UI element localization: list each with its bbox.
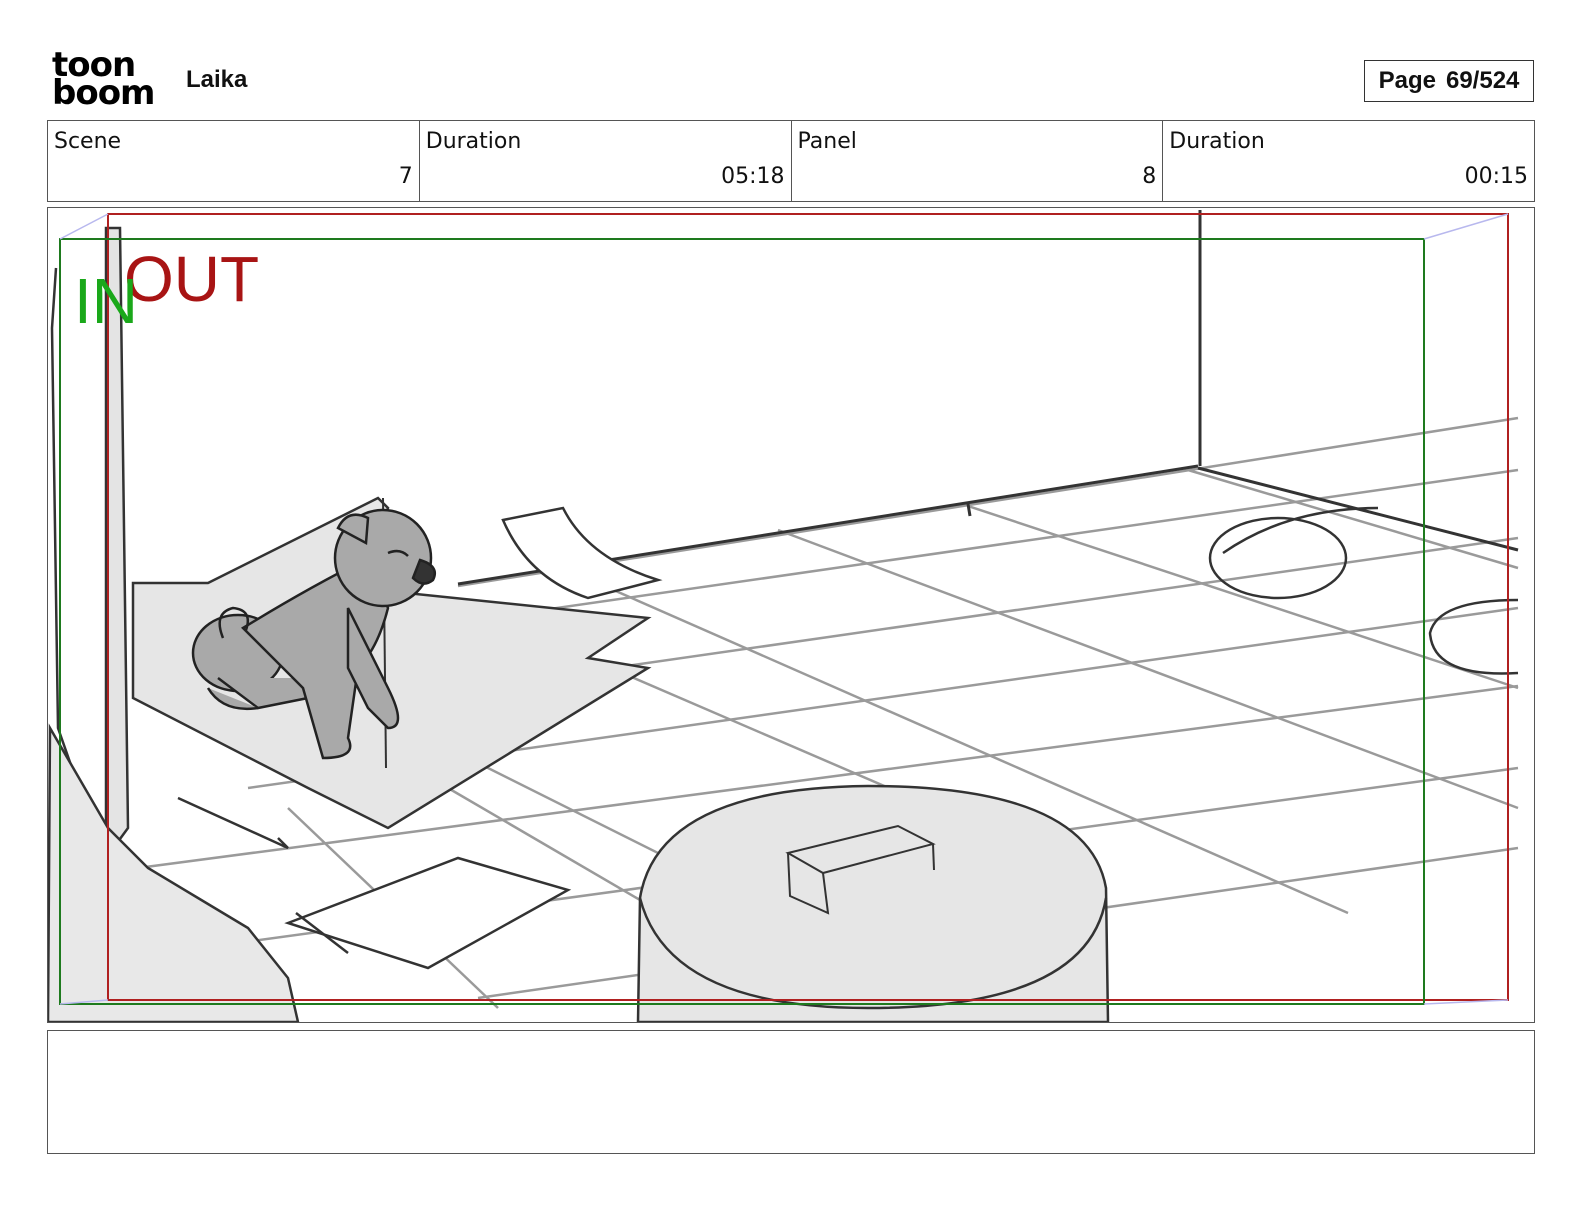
project-title: Laika [186, 66, 248, 93]
scene-info-table: Scene 7 Duration 05:18 Panel 8 Duration … [47, 120, 1535, 202]
out-label: OUT [124, 243, 259, 315]
scene-cell: Scene 7 [48, 121, 420, 201]
toonboom-logo: toon boom [52, 48, 164, 113]
notes-box [47, 1030, 1535, 1154]
page-label: Page [1378, 67, 1436, 94]
scene-duration-value: 05:18 [721, 164, 785, 189]
storyboard-panel: OUT IN [47, 207, 1535, 1023]
panel-sketch: OUT IN [48, 210, 1519, 1022]
page-number: 69/524 [1445, 67, 1520, 94]
scene-duration-label: Duration [425, 129, 522, 154]
panel-label: Panel [797, 129, 857, 154]
scene-label: Scene [54, 129, 122, 154]
panel-duration-value: 00:15 [1464, 164, 1528, 189]
page-indicator: Page 69/524 [1364, 60, 1534, 102]
panel-duration-cell: Duration 00:15 [1163, 121, 1534, 201]
panel-duration-label: Duration [1169, 129, 1265, 154]
panel-cell: Panel 8 [792, 121, 1164, 201]
scene-duration-cell: Duration 05:18 [420, 121, 792, 201]
scene-value: 7 [398, 164, 413, 189]
round-table [636, 784, 1110, 1022]
wall-lines [457, 210, 1519, 586]
panel-value: 8 [1142, 164, 1157, 189]
round-object [1208, 506, 1519, 675]
in-label: IN [74, 265, 138, 337]
logo-bottom-text: boom [52, 73, 155, 113]
